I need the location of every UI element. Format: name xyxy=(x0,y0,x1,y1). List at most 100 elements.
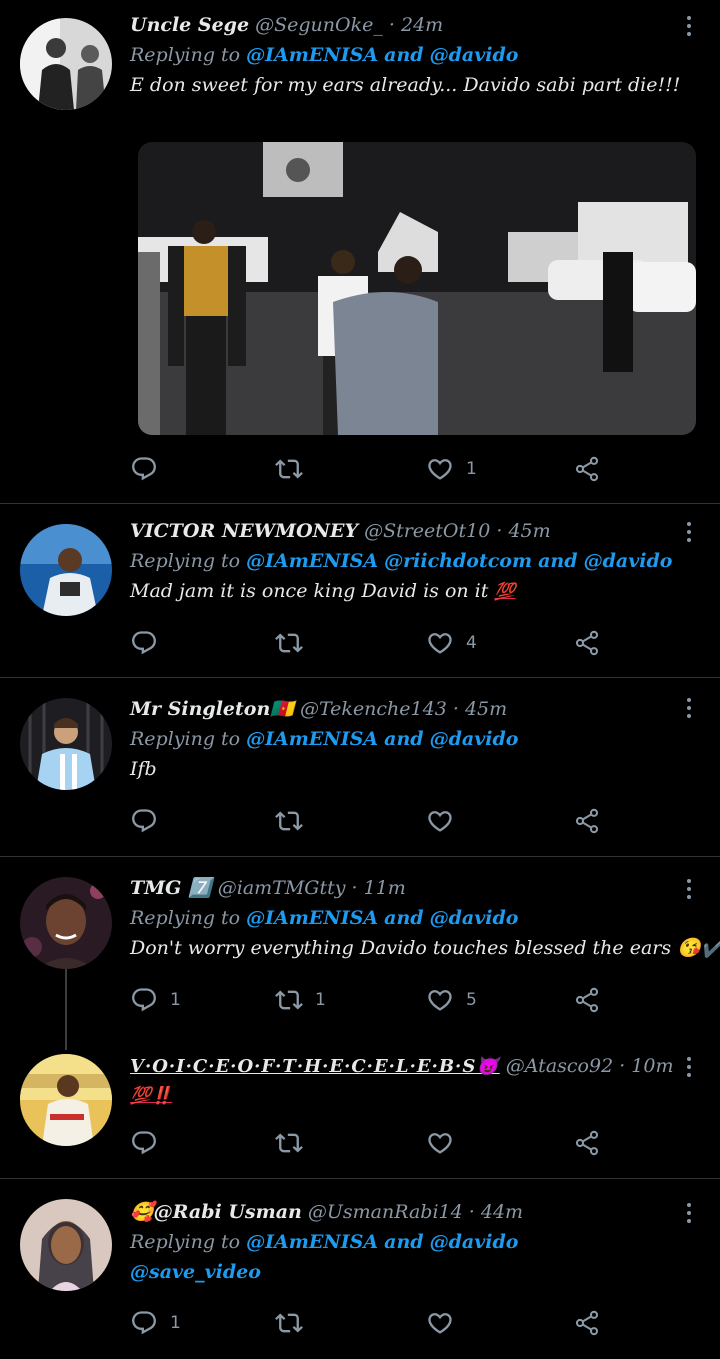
tweet-media-video[interactable] xyxy=(138,142,696,435)
like-button[interactable] xyxy=(426,806,466,836)
tweet-text: E don sweet for my ears already... David… xyxy=(130,74,681,96)
timestamp[interactable]: 10m xyxy=(631,1055,673,1077)
cameroon-flag-emoji: 🇨🇲 xyxy=(270,698,294,720)
tweet-2[interactable]: VICTOR NEWMONEY @StreetOt10 · 45m Replyi… xyxy=(0,504,720,676)
reply-button[interactable] xyxy=(130,806,170,836)
mention-link[interactable]: @davido xyxy=(584,550,673,572)
mention-link[interactable]: @IAmENISA xyxy=(246,728,378,750)
mention-link[interactable]: @riichdotcom xyxy=(384,550,532,572)
mention-link[interactable]: @IAmENISA xyxy=(246,44,378,66)
retweet-icon xyxy=(275,811,303,831)
action-bar: 1 1 5 xyxy=(130,985,610,1015)
tweet-header: VICTOR NEWMONEY @StreetOt10 · 45m xyxy=(130,520,551,542)
reply-button[interactable] xyxy=(130,454,170,484)
like-button[interactable]: 4 xyxy=(426,628,477,658)
like-button[interactable] xyxy=(426,1308,466,1338)
mention-link[interactable]: @IAmENISA xyxy=(246,1231,378,1253)
username[interactable]: @UsmanRabi14 xyxy=(308,1201,463,1223)
reply-icon xyxy=(132,809,156,833)
mention-link[interactable]: @davido xyxy=(430,1231,519,1253)
username[interactable]: @Tekenche143 xyxy=(300,698,447,720)
avatar[interactable] xyxy=(20,877,112,969)
action-bar: 1 xyxy=(130,1308,610,1338)
mention-link[interactable]: @davido xyxy=(430,907,519,929)
username[interactable]: @Atasco92 xyxy=(506,1055,613,1077)
username[interactable]: @iamTMGtty xyxy=(218,877,346,899)
display-name[interactable]: VICTOR NEWMONEY xyxy=(130,520,358,542)
smiling-hearts-emoji: 🥰 xyxy=(130,1201,154,1223)
username[interactable]: @StreetOt10 xyxy=(364,520,490,542)
share-button[interactable] xyxy=(573,806,601,836)
reply-button[interactable] xyxy=(130,1128,170,1158)
tweet-text: Ifb xyxy=(130,758,157,780)
like-button[interactable]: 5 xyxy=(426,985,477,1015)
like-icon xyxy=(428,459,452,480)
timestamp[interactable]: 11m xyxy=(364,877,406,899)
retweet-button[interactable] xyxy=(275,454,315,484)
hundred-double-exclamation-emoji: 💯‼️ xyxy=(130,1086,173,1106)
reply-button[interactable]: 1 xyxy=(130,985,181,1015)
share-icon xyxy=(575,987,599,1013)
tweet-text: Don't worry everything Davido touches bl… xyxy=(130,933,720,963)
retweet-button[interactable] xyxy=(275,1128,315,1158)
mention-link[interactable]: @IAmENISA xyxy=(246,907,378,929)
tweet-1[interactable]: Uncle Sege @SegunOke_ · 24m Replying to … xyxy=(0,0,720,503)
tweet-4[interactable]: TMG 7️⃣ @iamTMGtty · 11m Replying to @IA… xyxy=(0,857,720,1037)
avatar[interactable] xyxy=(20,524,112,616)
more-icon[interactable] xyxy=(686,16,692,40)
tweet-header: Mr Singleton🇨🇲 @Tekenche143 · 45m xyxy=(130,698,508,720)
avatar[interactable] xyxy=(20,18,112,110)
display-name[interactable]: Uncle Sege xyxy=(130,14,249,36)
username[interactable]: @SegunOke_ xyxy=(255,14,383,36)
tweet-3[interactable]: Mr Singleton🇨🇲 @Tekenche143 · 45m Replyi… xyxy=(0,678,720,856)
share-button[interactable] xyxy=(573,1308,601,1338)
share-icon xyxy=(575,808,599,834)
display-name[interactable]: Mr Singleton🇨🇲 xyxy=(130,698,294,720)
display-name[interactable]: TMG 7️⃣ xyxy=(130,877,212,899)
share-button[interactable] xyxy=(573,1128,601,1158)
retweet-button[interactable]: 1 xyxy=(275,985,326,1015)
retweet-button[interactable] xyxy=(275,1308,315,1338)
mention-link[interactable]: @davido xyxy=(430,44,519,66)
reply-icon xyxy=(132,631,156,655)
reply-button[interactable] xyxy=(130,628,170,658)
like-button[interactable]: 1 xyxy=(426,454,477,484)
tweet-header: V·O·I·C·E·O·F·T·H·E·C·E·L·E·B·S😈 @Atasco… xyxy=(130,1055,674,1077)
mention-link[interactable]: @save_video xyxy=(130,1261,261,1283)
retweet-icon xyxy=(275,633,303,653)
display-name[interactable]: V·O·I·C·E·O·F·T·H·E·C·E·L·E·B·S😈 xyxy=(130,1056,500,1077)
retweet-button[interactable] xyxy=(275,806,315,836)
retweet-button[interactable] xyxy=(275,628,315,658)
action-bar xyxy=(130,1128,610,1158)
share-button[interactable] xyxy=(573,985,601,1015)
more-icon[interactable] xyxy=(686,879,692,903)
avatar[interactable] xyxy=(20,698,112,790)
replying-to: Replying to @IAmENISA and @davido xyxy=(130,1231,519,1253)
tweet-5[interactable]: V·O·I·C·E·O·F·T·H·E·C·E·L·E·B·S😈 @Atasco… xyxy=(0,1037,720,1178)
more-icon[interactable] xyxy=(686,1203,692,1227)
like-icon xyxy=(428,990,452,1011)
timestamp[interactable]: 24m xyxy=(401,14,443,36)
share-button[interactable] xyxy=(573,454,601,484)
like-button[interactable] xyxy=(426,1128,466,1158)
share-button[interactable] xyxy=(573,628,601,658)
timestamp[interactable]: 45m xyxy=(465,698,507,720)
action-bar xyxy=(130,806,610,836)
mention-link[interactable]: @davido xyxy=(430,728,519,750)
share-icon xyxy=(575,1130,599,1156)
display-name[interactable]: 🥰@Rabi Usman xyxy=(130,1201,302,1223)
more-icon[interactable] xyxy=(686,1057,692,1081)
reply-icon xyxy=(132,988,156,1012)
retweet-icon xyxy=(275,459,303,479)
tweet-6[interactable]: 🥰@Rabi Usman @UsmanRabi14 · 44m Replying… xyxy=(0,1179,720,1359)
more-icon[interactable] xyxy=(686,698,692,722)
reply-button[interactable]: 1 xyxy=(130,1308,181,1338)
avatar[interactable] xyxy=(20,1054,112,1146)
share-icon xyxy=(575,630,599,656)
avatar[interactable] xyxy=(20,1199,112,1291)
mention-link[interactable]: @IAmENISA xyxy=(246,550,378,572)
more-icon[interactable] xyxy=(686,522,692,546)
retweet-icon xyxy=(275,1313,303,1333)
timestamp[interactable]: 44m xyxy=(481,1201,523,1223)
timestamp[interactable]: 45m xyxy=(508,520,550,542)
